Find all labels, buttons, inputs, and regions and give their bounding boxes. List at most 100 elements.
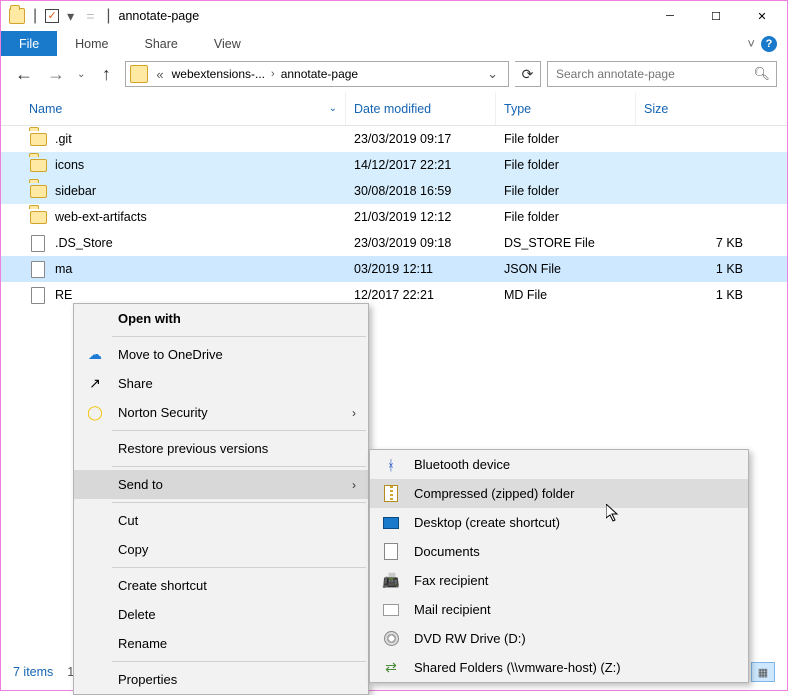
row-type: File folder (504, 132, 644, 146)
qat-checkbox-icon[interactable]: ✓ (45, 9, 59, 23)
ctx-restore-label: Restore previous versions (118, 441, 268, 456)
help-icon[interactable]: ? (761, 36, 777, 52)
ctx-open-with[interactable]: Open with (74, 304, 368, 333)
ctx-onedrive-label: Move to OneDrive (118, 347, 223, 362)
sendto-desktop[interactable]: Desktop (create shortcut) (370, 508, 748, 537)
sendto-dvd-label: DVD RW Drive (D:) (414, 631, 526, 646)
sendto-dvd[interactable]: DVD RW Drive (D:) (370, 624, 748, 653)
col-name-label: Name (29, 102, 62, 116)
network-folder-icon: ⇄ (382, 659, 400, 677)
ctx-copy-label: Copy (118, 542, 148, 557)
view-tab[interactable]: View (196, 31, 259, 56)
breadcrumb-overflow-icon[interactable]: « (152, 67, 167, 82)
col-name[interactable]: Name ⌄ (21, 92, 346, 125)
row-type: JSON File (504, 262, 644, 276)
breadcrumb-seg-1[interactable]: webextensions-... (168, 67, 269, 81)
refresh-button[interactable]: ⟳ (515, 61, 541, 87)
row-name: .git (55, 132, 354, 146)
search-box[interactable]: 🔍︎ (547, 61, 777, 87)
row-type: File folder (504, 184, 644, 198)
table-row[interactable]: ma03/2019 12:11JSON File1 KB (1, 256, 787, 282)
qat-separator3: | (106, 7, 110, 25)
icons-view-button[interactable]: ▦ (751, 662, 775, 682)
ctx-restore[interactable]: Restore previous versions (74, 434, 368, 463)
chevron-right-icon: › (352, 406, 356, 420)
row-date: 21/03/2019 12:12 (354, 210, 504, 224)
row-date: 14/12/2017 22:21 (354, 158, 504, 172)
breadcrumb-folder-icon (130, 65, 148, 83)
file-icon (29, 260, 47, 278)
ribbon-collapse-icon[interactable]: ˅ (747, 36, 755, 51)
row-date: 12/2017 22:21 (354, 288, 504, 302)
row-name: web-ext-artifacts (55, 210, 354, 224)
back-button[interactable]: ← (11, 61, 37, 87)
ctx-open-with-label: Open with (118, 311, 181, 326)
ctx-norton[interactable]: ◯Norton Security› (74, 398, 368, 427)
sendto-zip-label: Compressed (zipped) folder (414, 486, 574, 501)
folder-icon (29, 182, 47, 200)
window-title: annotate-page (119, 9, 200, 23)
ctx-sep (112, 336, 366, 337)
forward-button[interactable]: → (43, 61, 69, 87)
ctx-properties-label: Properties (118, 672, 177, 687)
qat-separator: | (33, 7, 37, 25)
close-button[interactable]: ✕ (739, 1, 785, 31)
table-row[interactable]: .DS_Store23/03/2019 09:18DS_STORE File7 … (1, 230, 787, 256)
search-input[interactable] (554, 66, 753, 82)
ctx-rename[interactable]: Rename (74, 629, 368, 658)
breadcrumb-seg-2[interactable]: annotate-page (277, 67, 362, 81)
ctx-copy[interactable]: Copy (74, 535, 368, 564)
minimize-button[interactable]: ─ (647, 1, 693, 31)
row-date: 23/03/2019 09:17 (354, 132, 504, 146)
home-tab[interactable]: Home (57, 31, 126, 56)
ctx-properties[interactable]: Properties (74, 665, 368, 694)
row-size: 1 KB (644, 288, 787, 302)
ctx-send-to[interactable]: Send to› (74, 470, 368, 499)
sendto-bluetooth-label: Bluetooth device (414, 457, 510, 472)
share-tab[interactable]: Share (127, 31, 196, 56)
sendto-fax[interactable]: 📠Fax recipient (370, 566, 748, 595)
ctx-create-shortcut[interactable]: Create shortcut (74, 571, 368, 600)
chevron-right-icon[interactable]: › (269, 68, 277, 80)
row-name: ma (55, 262, 354, 276)
ctx-share[interactable]: ↗Share (74, 369, 368, 398)
row-size: 7 KB (644, 236, 787, 250)
maximize-button[interactable]: ☐ (693, 1, 739, 31)
file-tab[interactable]: File (1, 31, 57, 56)
search-icon[interactable]: 🔍︎ (753, 66, 770, 82)
ctx-sep (112, 567, 366, 568)
sendto-documents[interactable]: Documents (370, 537, 748, 566)
row-type: MD File (504, 288, 644, 302)
file-icon (29, 286, 47, 304)
table-row[interactable]: .git23/03/2019 09:17File folder (1, 126, 787, 152)
ctx-delete[interactable]: Delete (74, 600, 368, 629)
table-row[interactable]: web-ext-artifacts21/03/2019 12:12File fo… (1, 204, 787, 230)
ctx-sendto-label: Send to (118, 477, 163, 492)
dvd-icon (382, 630, 400, 648)
col-type[interactable]: Type (496, 92, 636, 125)
up-button[interactable]: ↑ (93, 61, 119, 87)
sendto-submenu: ᚼBluetooth device Compressed (zipped) fo… (369, 449, 749, 683)
ctx-cut[interactable]: Cut (74, 506, 368, 535)
norton-icon: ◯ (86, 404, 104, 422)
sendto-fax-label: Fax recipient (414, 573, 488, 588)
file-list[interactable]: .git23/03/2019 09:17File foldericons14/1… (1, 126, 787, 308)
sendto-bluetooth[interactable]: ᚼBluetooth device (370, 450, 748, 479)
sendto-zip[interactable]: Compressed (zipped) folder (370, 479, 748, 508)
col-date[interactable]: Date modified (346, 92, 496, 125)
ctx-sep (112, 430, 366, 431)
sendto-shared[interactable]: ⇄Shared Folders (\\vmware-host) (Z:) (370, 653, 748, 682)
breadcrumb[interactable]: « webextensions-... › annotate-page ⌄ (125, 61, 509, 87)
sendto-desktop-label: Desktop (create shortcut) (414, 515, 560, 530)
sendto-mail[interactable]: Mail recipient (370, 595, 748, 624)
ctx-move-onedrive[interactable]: ☁Move to OneDrive (74, 340, 368, 369)
history-dropdown-icon[interactable]: ⌄ (75, 69, 87, 80)
col-size[interactable]: Size (636, 92, 787, 125)
breadcrumb-dropdown-icon[interactable]: ⌄ (481, 66, 504, 82)
sort-caret-icon[interactable]: ⌄ (329, 103, 337, 114)
ctx-share-label: Share (118, 376, 153, 391)
qat-customize-icon[interactable]: ▾ (63, 8, 78, 25)
address-bar: ← → ⌄ ↑ « webextensions-... › annotate-p… (1, 56, 787, 92)
table-row[interactable]: sidebar30/08/2018 16:59File folder (1, 178, 787, 204)
table-row[interactable]: icons14/12/2017 22:21File folder (1, 152, 787, 178)
